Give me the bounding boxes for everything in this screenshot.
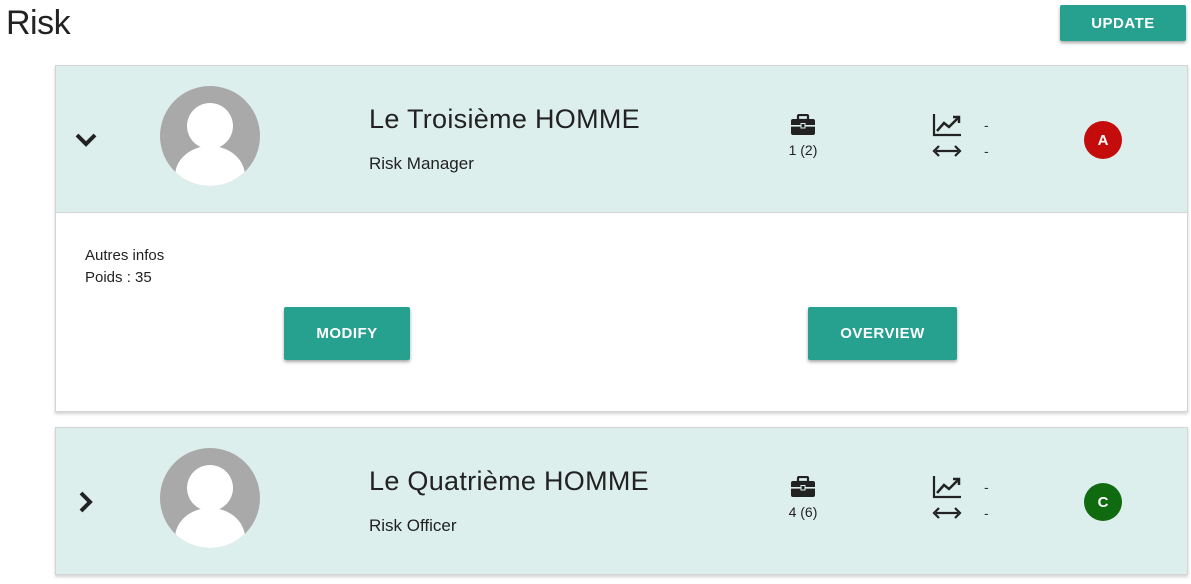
metrics: - - bbox=[932, 474, 989, 526]
user-name: Le Quatrième HOMME bbox=[369, 466, 649, 496]
other-info-label: Autres infos bbox=[85, 247, 165, 264]
chevron-right-icon[interactable] bbox=[74, 490, 98, 514]
metrics: - - bbox=[932, 112, 989, 164]
portfolio-count: 4 (6) bbox=[788, 504, 818, 520]
double-arrow-icon bbox=[932, 507, 962, 519]
portfolio-count-group: 1 (2) bbox=[778, 114, 828, 158]
range-value: - bbox=[984, 505, 989, 521]
portfolio-count-group: 4 (6) bbox=[778, 476, 828, 520]
grade-badge: A bbox=[1084, 121, 1122, 159]
user-name: Le Troisième HOMME bbox=[369, 104, 640, 134]
trend-value: - bbox=[984, 479, 989, 495]
trend-value: - bbox=[984, 117, 989, 133]
user-avatar-icon bbox=[160, 448, 260, 548]
overview-button[interactable]: OVERVIEW bbox=[808, 307, 957, 360]
double-arrow-icon bbox=[932, 145, 962, 157]
user-role: Risk Officer bbox=[369, 516, 457, 535]
briefcase-icon bbox=[791, 476, 815, 497]
card-header[interactable]: Le Troisième HOMME Risk Manager 1 (2) - bbox=[56, 66, 1187, 212]
update-button[interactable]: UPDATE bbox=[1060, 5, 1186, 41]
user-card: Le Troisième HOMME Risk Manager 1 (2) - bbox=[55, 65, 1188, 412]
trending-up-icon bbox=[932, 476, 961, 499]
chevron-down-icon[interactable] bbox=[74, 128, 98, 152]
page-title: Risk bbox=[6, 4, 71, 42]
card-details: Autres infos Poids : 35 MODIFY OVERVIEW bbox=[56, 212, 1187, 411]
trending-up-icon bbox=[932, 114, 961, 137]
user-avatar-icon bbox=[160, 86, 260, 186]
card-header[interactable]: Le Quatrième HOMME Risk Officer 4 (6) - bbox=[56, 428, 1187, 574]
portfolio-count: 1 (2) bbox=[788, 142, 818, 158]
user-role: Risk Manager bbox=[369, 154, 474, 173]
briefcase-icon bbox=[791, 114, 815, 135]
modify-button[interactable]: MODIFY bbox=[284, 307, 410, 360]
grade-badge: C bbox=[1084, 483, 1122, 521]
user-card: Le Quatrième HOMME Risk Officer 4 (6) - bbox=[55, 427, 1188, 575]
weight-label: Poids : 35 bbox=[85, 269, 152, 286]
range-value: - bbox=[984, 143, 989, 159]
details-info: Autres infos Poids : 35 bbox=[85, 245, 164, 289]
